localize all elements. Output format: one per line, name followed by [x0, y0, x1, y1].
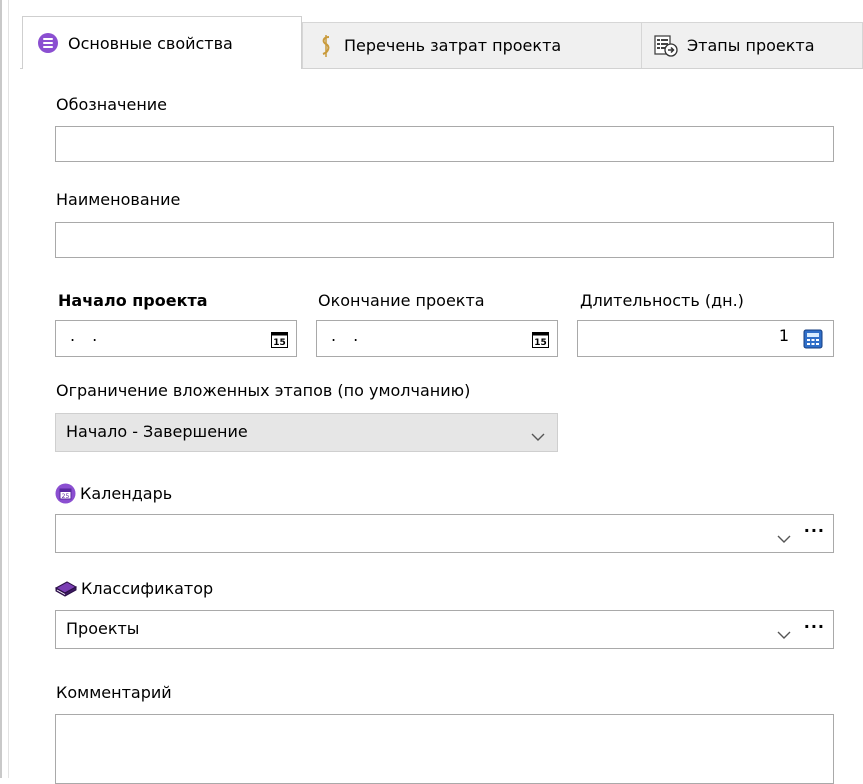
- classifier-combo[interactable]: Проекты ···: [55, 610, 834, 649]
- list-circle-icon: [37, 32, 59, 54]
- stages-list-icon: [654, 34, 678, 57]
- constraint-select[interactable]: Начало - Завершение: [55, 413, 558, 452]
- chevron-down-icon[interactable]: [777, 529, 791, 548]
- classifier-value: Проекты: [66, 619, 140, 638]
- name-label: Наименование: [56, 190, 181, 209]
- calculator-icon[interactable]: [803, 329, 823, 353]
- chevron-down-icon[interactable]: [777, 625, 791, 644]
- chevron-down-icon: [531, 427, 545, 446]
- calendar-15-icon[interactable]: 15: [532, 331, 549, 352]
- ellipsis-icon[interactable]: ···: [804, 521, 825, 540]
- name-input[interactable]: [55, 222, 834, 258]
- window-left-divider: [8, 0, 9, 778]
- tab-project-stages[interactable]: Этапы проекта: [641, 22, 863, 68]
- ellipsis-icon[interactable]: ···: [804, 617, 825, 636]
- calendar-label: Календарь: [80, 484, 173, 503]
- calendar-combo[interactable]: ···: [55, 514, 834, 553]
- window-left-border: [0, 0, 2, 778]
- end-date-input[interactable]: . . 15: [316, 320, 558, 357]
- end-date-label: Окончание проекта: [318, 291, 485, 310]
- duration-input[interactable]: 1: [577, 320, 834, 357]
- svg-text:15: 15: [273, 338, 286, 348]
- calendar-label-row: 25 Календарь: [55, 483, 172, 504]
- book-icon: [55, 580, 77, 598]
- calendar-15-icon[interactable]: 15: [271, 331, 288, 352]
- classifier-label-row: Классификатор: [55, 579, 213, 598]
- start-date-value: . .: [70, 326, 104, 345]
- constraint-value: Начало - Завершение: [66, 422, 248, 441]
- tab-label: Основные свойства: [68, 33, 233, 53]
- duration-value: 1: [778, 326, 789, 345]
- designation-label: Обозначение: [56, 95, 168, 114]
- calendar-icon: 25: [55, 483, 76, 504]
- svg-text:15: 15: [534, 338, 547, 348]
- start-date-label: Начало проекта: [58, 291, 208, 310]
- designation-input[interactable]: [55, 126, 834, 162]
- dollar-scroll-icon: [317, 34, 335, 58]
- comment-label: Комментарий: [56, 683, 172, 702]
- classifier-label: Классификатор: [81, 579, 214, 598]
- svg-text:25: 25: [62, 493, 70, 500]
- tab-label: Этапы проекта: [687, 36, 815, 55]
- constraint-label: Ограничение вложенных этапов (по умолчан…: [56, 381, 471, 400]
- start-date-input[interactable]: . . 15: [55, 320, 297, 357]
- comment-textarea[interactable]: [55, 714, 834, 784]
- tab-main-properties[interactable]: Основные свойства: [22, 16, 302, 69]
- end-date-value: . .: [331, 326, 365, 345]
- tab-label: Перечень затрат проекта: [344, 36, 562, 55]
- duration-label: Длительность (дн.): [580, 291, 744, 310]
- tab-project-costs[interactable]: Перечень затрат проекта: [302, 22, 642, 68]
